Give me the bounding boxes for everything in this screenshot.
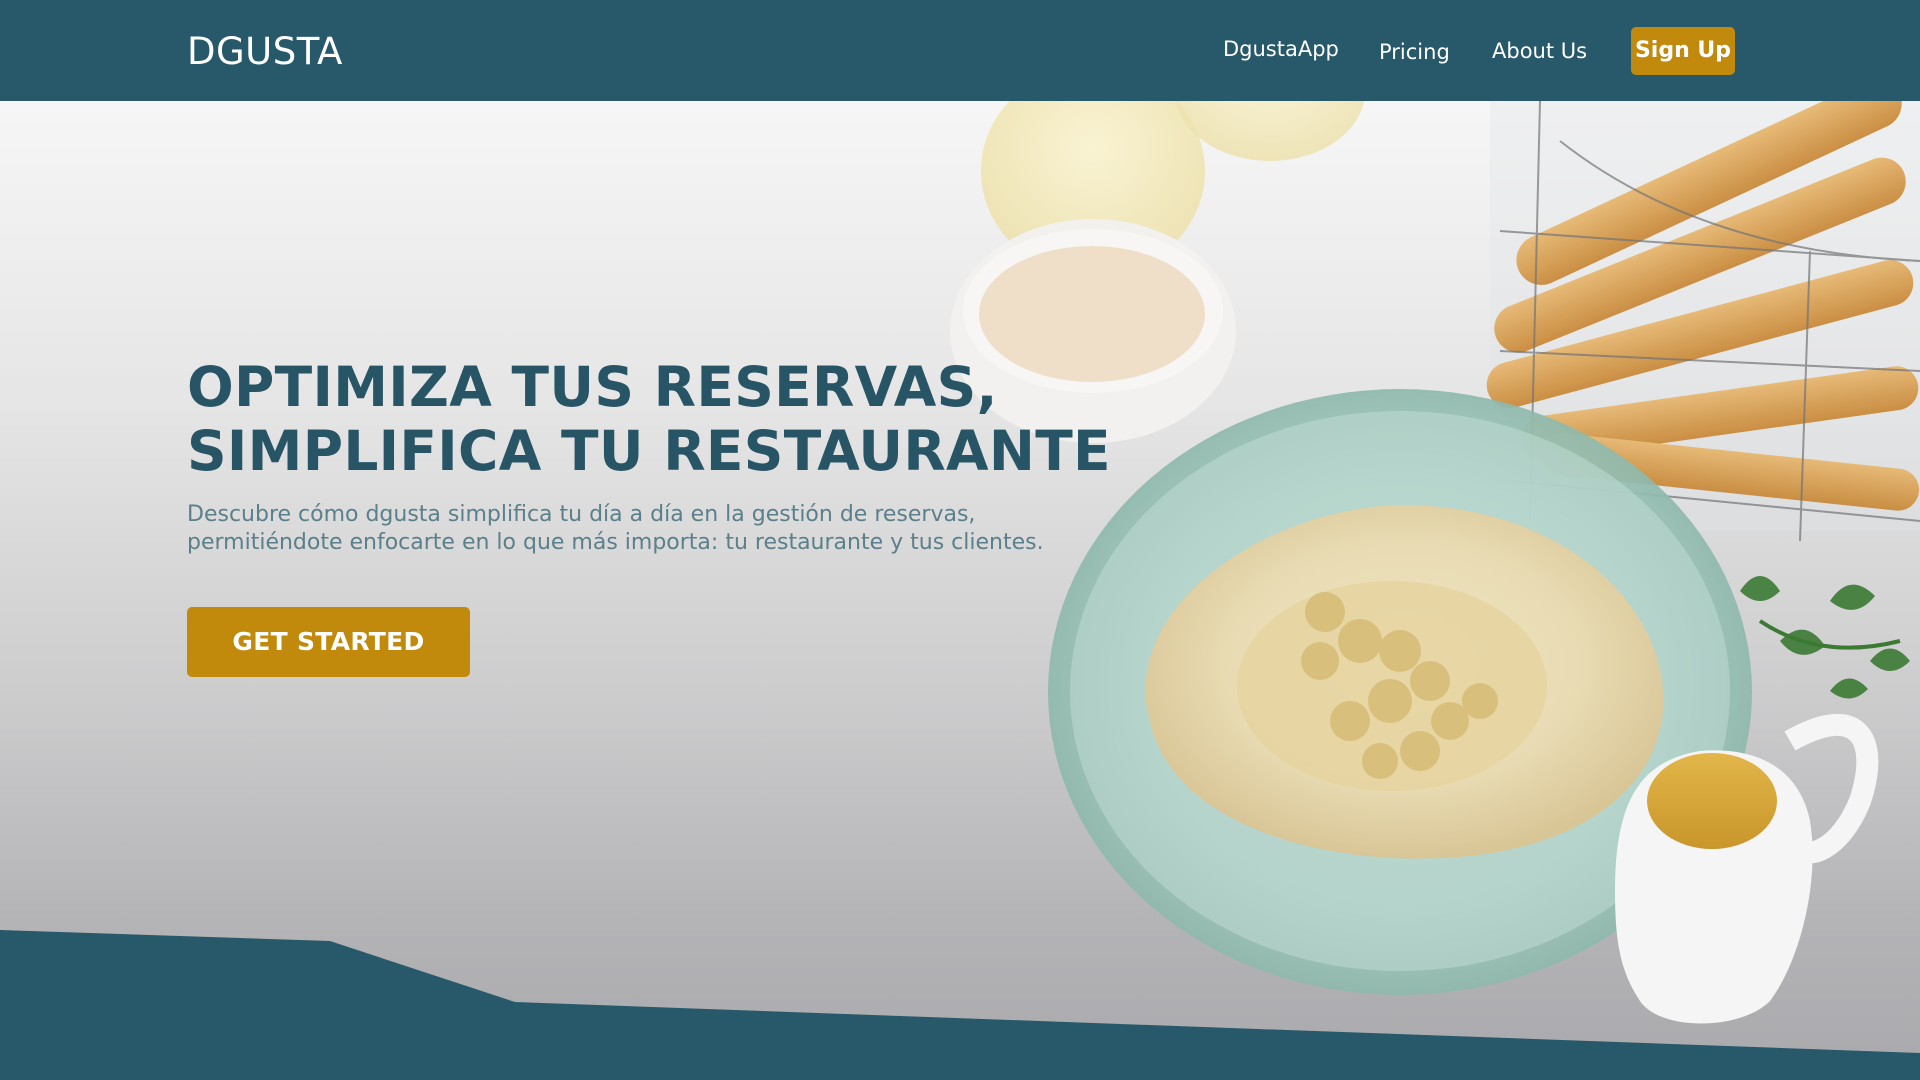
nav-link-pricing[interactable]: Pricing <box>1379 40 1450 64</box>
hero-food-image <box>0 101 1920 1080</box>
brand-logo[interactable]: DGUSTA <box>187 30 343 73</box>
hero-headline-line-2: SIMPLIFICA TU RESTAURANTE <box>187 419 1111 483</box>
hero-subtitle: Descubre cómo dgusta simplifica tu día a… <box>187 502 1044 555</box>
hero-section: OPTIMIZA TUS RESERVAS, SIMPLIFICA TU RES… <box>0 101 1920 1080</box>
sign-up-button[interactable]: Sign Up <box>1631 27 1735 75</box>
hero-headline: OPTIMIZA TUS RESERVAS, SIMPLIFICA TU RES… <box>187 355 1111 483</box>
nav-link-about-us[interactable]: About Us <box>1492 39 1587 63</box>
nav-link-dgustaapp[interactable]: DgustaApp <box>1223 37 1339 61</box>
get-started-button[interactable]: GET STARTED <box>187 607 470 677</box>
top-navbar: DGUSTA DgustaApp Pricing About Us Sign U… <box>0 0 1920 101</box>
hero-headline-line-1: OPTIMIZA TUS RESERVAS, <box>187 355 998 419</box>
